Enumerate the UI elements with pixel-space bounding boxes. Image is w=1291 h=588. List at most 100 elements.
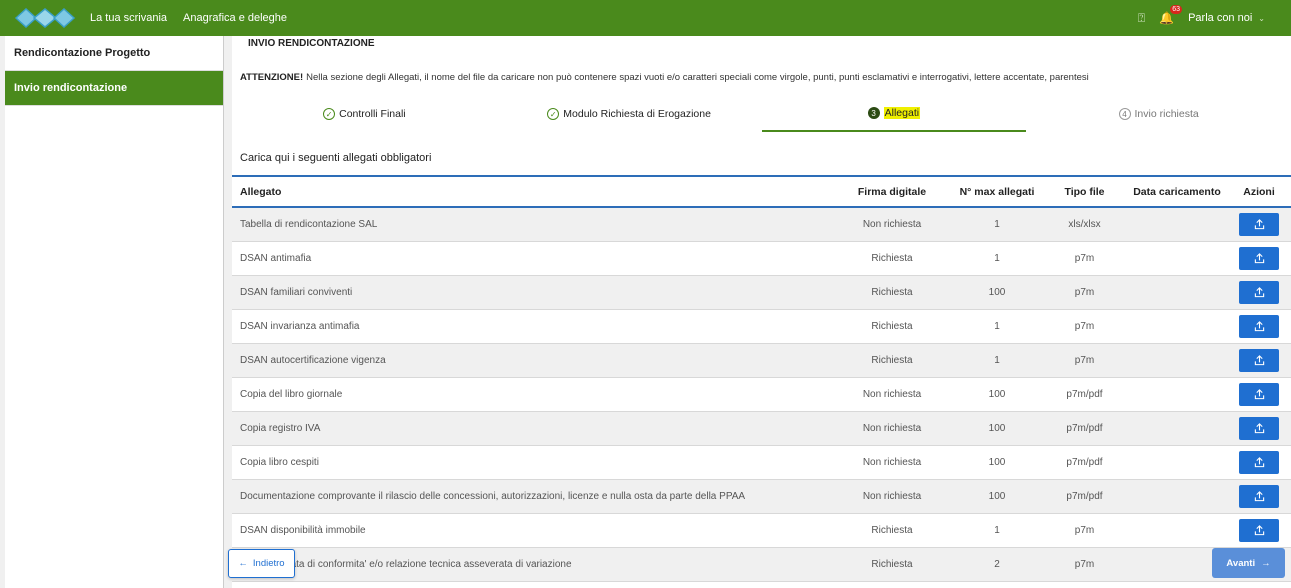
arrow-left-icon: ← <box>238 558 248 569</box>
table-row: Copia del libro giornale Non richiesta 100… <box>232 377 1291 412</box>
cell-azioni <box>1227 241 1291 276</box>
table-row: DSAN invarianza antimafia Richiesta 1 p7m <box>232 309 1291 344</box>
cell-allegato: DSAN autocertificazione vigenza <box>232 343 832 378</box>
warning-banner: ATTENZIONE! Nella sezione degli Allegati… <box>232 64 1291 90</box>
sidebar: Rendicontazione Progetto Invio rendicont… <box>5 36 224 588</box>
upload-icon <box>1254 252 1264 263</box>
step-number-icon: 3 <box>867 107 880 119</box>
cell-tipo: p7m/pdf <box>1042 479 1127 514</box>
upload-button[interactable] <box>1239 314 1279 338</box>
cell-azioni <box>1227 275 1291 310</box>
upload-button[interactable] <box>1239 348 1279 372</box>
cell-data <box>1127 241 1227 276</box>
step-allegati[interactable]: 3 Allegati <box>761 96 1027 132</box>
cell-allegato: Tabella di rendicontazione SAL <box>232 207 832 242</box>
col-allegato: Allegato <box>232 177 832 208</box>
cell-allegato: Copia registro IVA <box>232 411 832 446</box>
check-circle-icon: ✓ <box>547 108 560 120</box>
cell-data <box>1127 309 1227 344</box>
main-content: INVIO RENDICONTAZIONE ATTENZIONE! Nella … <box>232 36 1291 588</box>
cell-tipo: p7m <box>1042 513 1127 548</box>
col-azioni: Azioni <box>1227 177 1291 208</box>
sidebar-item-invio[interactable]: Invio rendicontazione <box>5 71 223 106</box>
step-invio-richiesta[interactable]: 4 Invio richiesta <box>1026 96 1291 132</box>
nav-anagrafica[interactable]: Anagrafica e deleghe <box>183 12 287 24</box>
upload-icon <box>1254 320 1264 331</box>
cell-allegato: ica asseverata di conformita' e/o relazi… <box>232 547 832 582</box>
step-modulo-richiesta[interactable]: ✓ Modulo Richiesta di Erogazione <box>497 96 762 132</box>
upload-button[interactable] <box>1239 450 1279 474</box>
step-controlli-finali[interactable]: ✓ Controlli Finali <box>232 96 497 132</box>
cell-data <box>1127 275 1227 310</box>
cell-firma: Non richiesta <box>832 411 952 446</box>
cell-allegato: DSAN invarianza antimafia <box>232 309 832 344</box>
col-tipo: Tipo file <box>1042 177 1127 208</box>
chevron-down-icon[interactable]: ⌄ <box>1258 14 1265 23</box>
nav-scrivania[interactable]: La tua scrivania <box>90 12 167 24</box>
col-max: N° max allegati <box>952 177 1042 208</box>
table-row: Documentazione comprovante il rilascio d… <box>232 479 1291 514</box>
attachments-table: Allegato Firma digitale N° max allegati … <box>232 175 1291 582</box>
cell-firma: Richiesta <box>832 275 952 310</box>
cell-tipo: p7m/pdf <box>1042 445 1127 480</box>
cell-max: 1 <box>952 513 1042 548</box>
help-icon[interactable]: ⍰ <box>1138 11 1145 26</box>
logo-icon <box>14 7 76 29</box>
table-row: DSAN familiari conviventi Richiesta 100 p7m <box>232 275 1291 310</box>
table-row: DSAN antimafia Richiesta 1 p7m <box>232 241 1291 276</box>
cell-firma: Non richiesta <box>832 377 952 412</box>
back-button[interactable]: ← Indietro <box>228 549 295 578</box>
bell-icon[interactable]: 🔔 63 <box>1159 5 1183 25</box>
top-bar: La tua scrivania Anagrafica e deleghe ⍰ … <box>0 0 1291 36</box>
sidebar-item-rendicontazione[interactable]: Rendicontazione Progetto <box>5 36 223 71</box>
cell-firma: Richiesta <box>832 547 952 582</box>
cell-firma: Richiesta <box>832 513 952 548</box>
cell-allegato: Copia del libro giornale <box>232 377 832 412</box>
upload-icon <box>1254 456 1264 467</box>
upload-button[interactable] <box>1239 518 1279 542</box>
logo[interactable] <box>0 0 90 36</box>
cell-max: 100 <box>952 445 1042 480</box>
cell-data <box>1127 411 1227 446</box>
cell-firma: Richiesta <box>832 309 952 344</box>
upload-button[interactable] <box>1239 212 1279 236</box>
cell-data <box>1127 445 1227 480</box>
cell-tipo: xls/xlsx <box>1042 207 1127 242</box>
table-row: Tabella di rendicontazione SAL Non richie… <box>232 207 1291 242</box>
cell-azioni <box>1227 343 1291 378</box>
cell-allegato: Documentazione comprovante il rilascio d… <box>232 479 832 514</box>
cell-max: 1 <box>952 309 1042 344</box>
cell-azioni <box>1227 309 1291 344</box>
cell-max: 100 <box>952 479 1042 514</box>
cell-firma: Non richiesta <box>832 445 952 480</box>
upload-button[interactable] <box>1239 246 1279 270</box>
attachments-caption: Carica qui i seguenti allegati obbligato… <box>240 152 432 164</box>
table-row: Copia registro IVA Non richiesta 100 p7m/pd… <box>232 411 1291 446</box>
cell-azioni <box>1227 479 1291 514</box>
upload-icon <box>1254 218 1264 229</box>
cell-max: 1 <box>952 241 1042 276</box>
table-row: DSAN autocertificazione vigenza Richiesta… <box>232 343 1291 378</box>
cell-data <box>1127 207 1227 242</box>
cell-tipo: p7m/pdf <box>1042 377 1127 412</box>
upload-button[interactable] <box>1239 280 1279 304</box>
next-button[interactable]: Avanti → <box>1212 548 1285 578</box>
cell-data <box>1127 377 1227 412</box>
check-circle-icon: ✓ <box>323 108 336 120</box>
cell-tipo: p7m <box>1042 275 1127 310</box>
upload-icon <box>1254 524 1264 535</box>
upload-button[interactable] <box>1239 416 1279 440</box>
talk-link[interactable]: Parla con noi <box>1188 12 1252 24</box>
cell-data <box>1127 343 1227 378</box>
cell-firma: Richiesta <box>832 343 952 378</box>
table-row: DSAN disponibilità immobile Richiesta 1 p7m <box>232 513 1291 548</box>
stepper: ✓ Controlli Finali ✓ Modulo Richiesta di… <box>232 96 1291 132</box>
arrow-right-icon: → <box>1261 557 1271 569</box>
table-row: Copia libro cespiti Non richiesta 100 p7m/p… <box>232 445 1291 480</box>
cell-azioni <box>1227 513 1291 548</box>
upload-button[interactable] <box>1239 484 1279 508</box>
cell-allegato: DSAN familiari conviventi <box>232 275 832 310</box>
page-title: INVIO RENDICONTAZIONE <box>248 38 375 49</box>
upload-button[interactable] <box>1239 382 1279 406</box>
cell-tipo: p7m <box>1042 547 1127 582</box>
